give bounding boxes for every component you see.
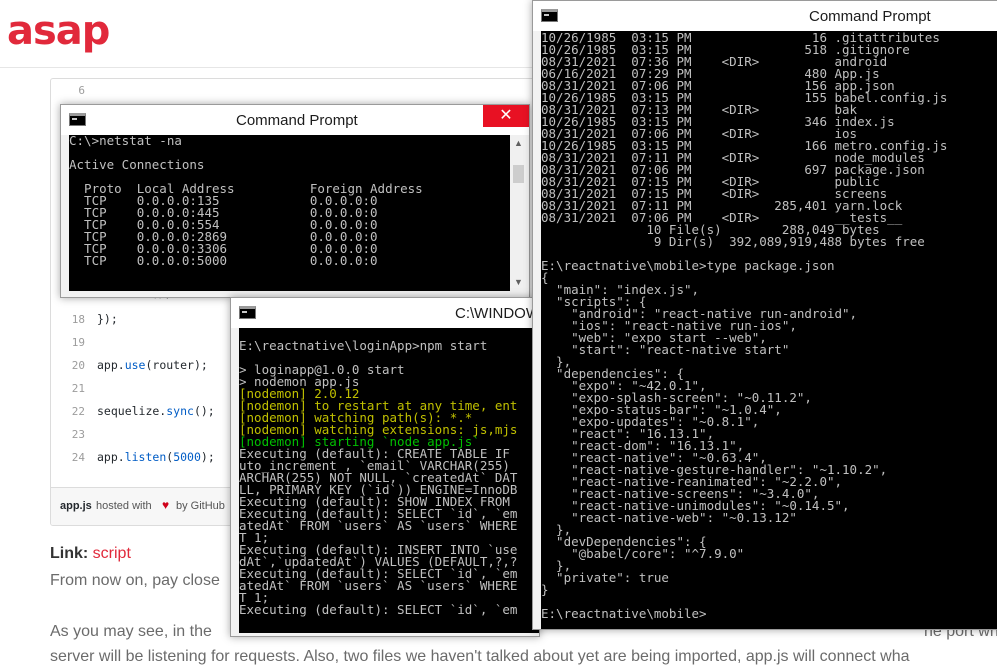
- hosted-text: hosted with: [96, 500, 152, 512]
- paragraph: As you may see, in the: [50, 623, 212, 640]
- code-text: app.listen(5000);: [97, 450, 215, 464]
- scrollbar[interactable]: ▲ ▼: [510, 135, 527, 291]
- link-line: Link: script: [50, 545, 131, 563]
- window-title: Command Prompt: [809, 8, 931, 25]
- scroll-down-icon[interactable]: ▼: [510, 274, 527, 291]
- npm-window[interactable]: C:\WINDOW E:\reactnative\loginApp>npm st…: [230, 297, 540, 637]
- line-number: 18: [71, 313, 85, 326]
- console-output[interactable]: E:\reactnative\loginApp>npm start > logi…: [239, 328, 539, 633]
- link-label: Link:: [50, 545, 89, 562]
- line-number: 22: [71, 405, 85, 418]
- window-title: C:\WINDOW: [455, 305, 540, 322]
- scroll-up-icon[interactable]: ▲: [510, 135, 527, 152]
- code-text: app.use(router);: [97, 358, 208, 372]
- console-icon: [69, 113, 86, 126]
- code-text: });: [97, 312, 118, 326]
- line-number: 19: [71, 336, 85, 349]
- line-number: 24: [71, 451, 85, 464]
- code-text: sequelize.sync();: [97, 404, 215, 418]
- console-output[interactable]: 10/26/1985 03:15 PM 16 .gitattributes 10…: [541, 31, 997, 629]
- sql-log-text: Executing (default): CREATE TABLE IF uto…: [239, 446, 518, 617]
- github-link[interactable]: by GitHub: [176, 500, 225, 512]
- line-number: 21: [71, 382, 85, 395]
- asap-logo[interactable]: asap: [7, 8, 110, 54]
- nodemon-info-text: [nodemon] 2.0.12 [nodemon] to restart at…: [239, 386, 518, 437]
- window-title: Command Prompt: [236, 112, 358, 129]
- package-json-window[interactable]: Command Prompt 10/26/1985 03:15 PM 16 .g…: [532, 0, 997, 630]
- line-number: 20: [71, 359, 85, 372]
- console-icon: [541, 9, 558, 22]
- line-number: 23: [71, 428, 85, 441]
- netstat-window[interactable]: Command Prompt ✕ C:\>netstat -na Active …: [60, 104, 530, 298]
- scroll-thumb[interactable]: [513, 165, 524, 183]
- gist-file-link[interactable]: app.js: [60, 500, 92, 512]
- heart-icon: ♥: [162, 498, 170, 512]
- console-text: 10/26/1985 03:15 PM 16 .gitattributes 10…: [541, 31, 948, 621]
- close-button[interactable]: ✕: [483, 105, 529, 127]
- code-line: 6: [51, 79, 609, 102]
- paragraph: From now on, pay close: [50, 572, 220, 589]
- console-output[interactable]: C:\>netstat -na Active Connections Proto…: [69, 135, 510, 291]
- line-number: 6: [78, 84, 85, 97]
- paragraph: server will be listening for requests. A…: [50, 648, 910, 665]
- console-icon: [239, 306, 256, 319]
- script-link[interactable]: script: [93, 545, 131, 562]
- title-bar[interactable]: Command Prompt: [533, 1, 997, 31]
- title-bar[interactable]: Command Prompt ✕: [61, 105, 529, 135]
- console-text: C:\>netstat -na Active Connections Proto…: [69, 135, 423, 268]
- console-text: E:\reactnative\loginApp>npm start > logi…: [239, 338, 488, 389]
- title-bar[interactable]: C:\WINDOW: [231, 298, 540, 328]
